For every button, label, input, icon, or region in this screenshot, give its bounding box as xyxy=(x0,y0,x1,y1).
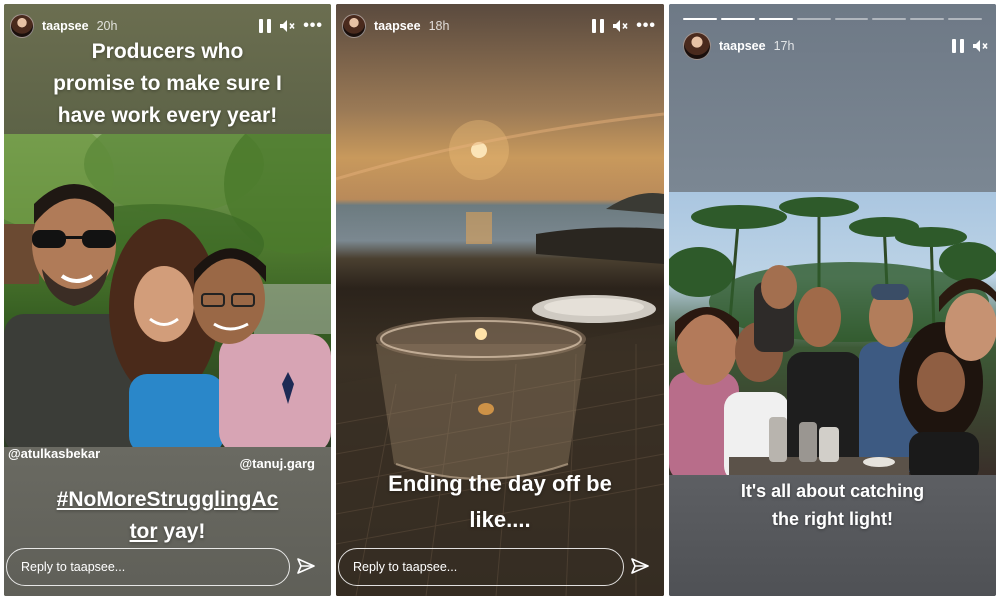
post-time: 20h xyxy=(96,19,118,33)
username[interactable]: taapsee xyxy=(42,19,89,33)
reply-placeholder: Reply to taapsee... xyxy=(21,560,126,574)
send-icon[interactable] xyxy=(296,556,316,576)
mention-tag[interactable]: @atulkasbekar xyxy=(8,446,100,461)
progress-segment xyxy=(796,18,831,20)
selfie-photo xyxy=(4,134,331,447)
avatar[interactable] xyxy=(342,14,366,38)
story-progress-bar xyxy=(683,18,982,21)
send-icon[interactable] xyxy=(630,556,650,576)
reply-input[interactable]: Reply to taapsee... xyxy=(6,548,290,586)
story-panel-1[interactable]: taapsee 20h ••• Producers who promise to… xyxy=(4,4,331,596)
speaker-muted-icon[interactable] xyxy=(612,19,628,33)
story-caption: Producers who promise to make sure I hav… xyxy=(53,40,282,127)
progress-segment xyxy=(834,18,869,20)
story-header: taapsee 20h ••• xyxy=(10,12,323,40)
pause-icon[interactable] xyxy=(592,19,605,33)
group-photo xyxy=(669,192,996,475)
reply-input[interactable]: Reply to taapsee... xyxy=(338,548,624,586)
progress-segment xyxy=(720,18,755,20)
reply-placeholder: Reply to taapsee... xyxy=(353,560,458,574)
post-time: 18h xyxy=(428,19,450,33)
progress-segment xyxy=(948,18,982,20)
story-header: taapsee 17h xyxy=(683,32,988,60)
progress-segment xyxy=(872,18,907,20)
avatar[interactable] xyxy=(10,14,34,38)
avatar[interactable] xyxy=(683,32,711,60)
pause-icon[interactable] xyxy=(952,39,964,53)
speaker-muted-icon[interactable] xyxy=(279,19,295,33)
post-time: 17h xyxy=(773,39,795,53)
more-icon[interactable]: ••• xyxy=(636,18,656,34)
story-panel-3[interactable]: taapsee 17h It's all about catching the … xyxy=(669,4,996,596)
hashtag-caption: #NoMoreStrugglingAc tor yay! xyxy=(4,484,331,548)
progress-segment xyxy=(758,18,793,20)
progress-segment xyxy=(910,18,945,20)
story-caption: It's all about catching the right light! xyxy=(740,481,925,529)
hashtag-link[interactable]: #NoMoreStrugglingAc xyxy=(4,484,331,516)
story-panel-2[interactable]: taapsee 18h ••• Ending the day off be li… xyxy=(336,4,664,596)
pause-icon[interactable] xyxy=(259,19,272,33)
progress-segment xyxy=(683,18,717,20)
username[interactable]: taapsee xyxy=(374,19,421,33)
hashtag-link[interactable]: tor xyxy=(130,520,158,543)
speaker-muted-icon[interactable] xyxy=(972,39,988,53)
username[interactable]: taapsee xyxy=(719,39,766,53)
story-caption: Ending the day off be like.... xyxy=(388,471,612,532)
more-icon[interactable]: ••• xyxy=(303,18,323,34)
mention-tag[interactable]: @tanuj.garg xyxy=(239,456,315,471)
story-header: taapsee 18h ••• xyxy=(342,12,656,40)
